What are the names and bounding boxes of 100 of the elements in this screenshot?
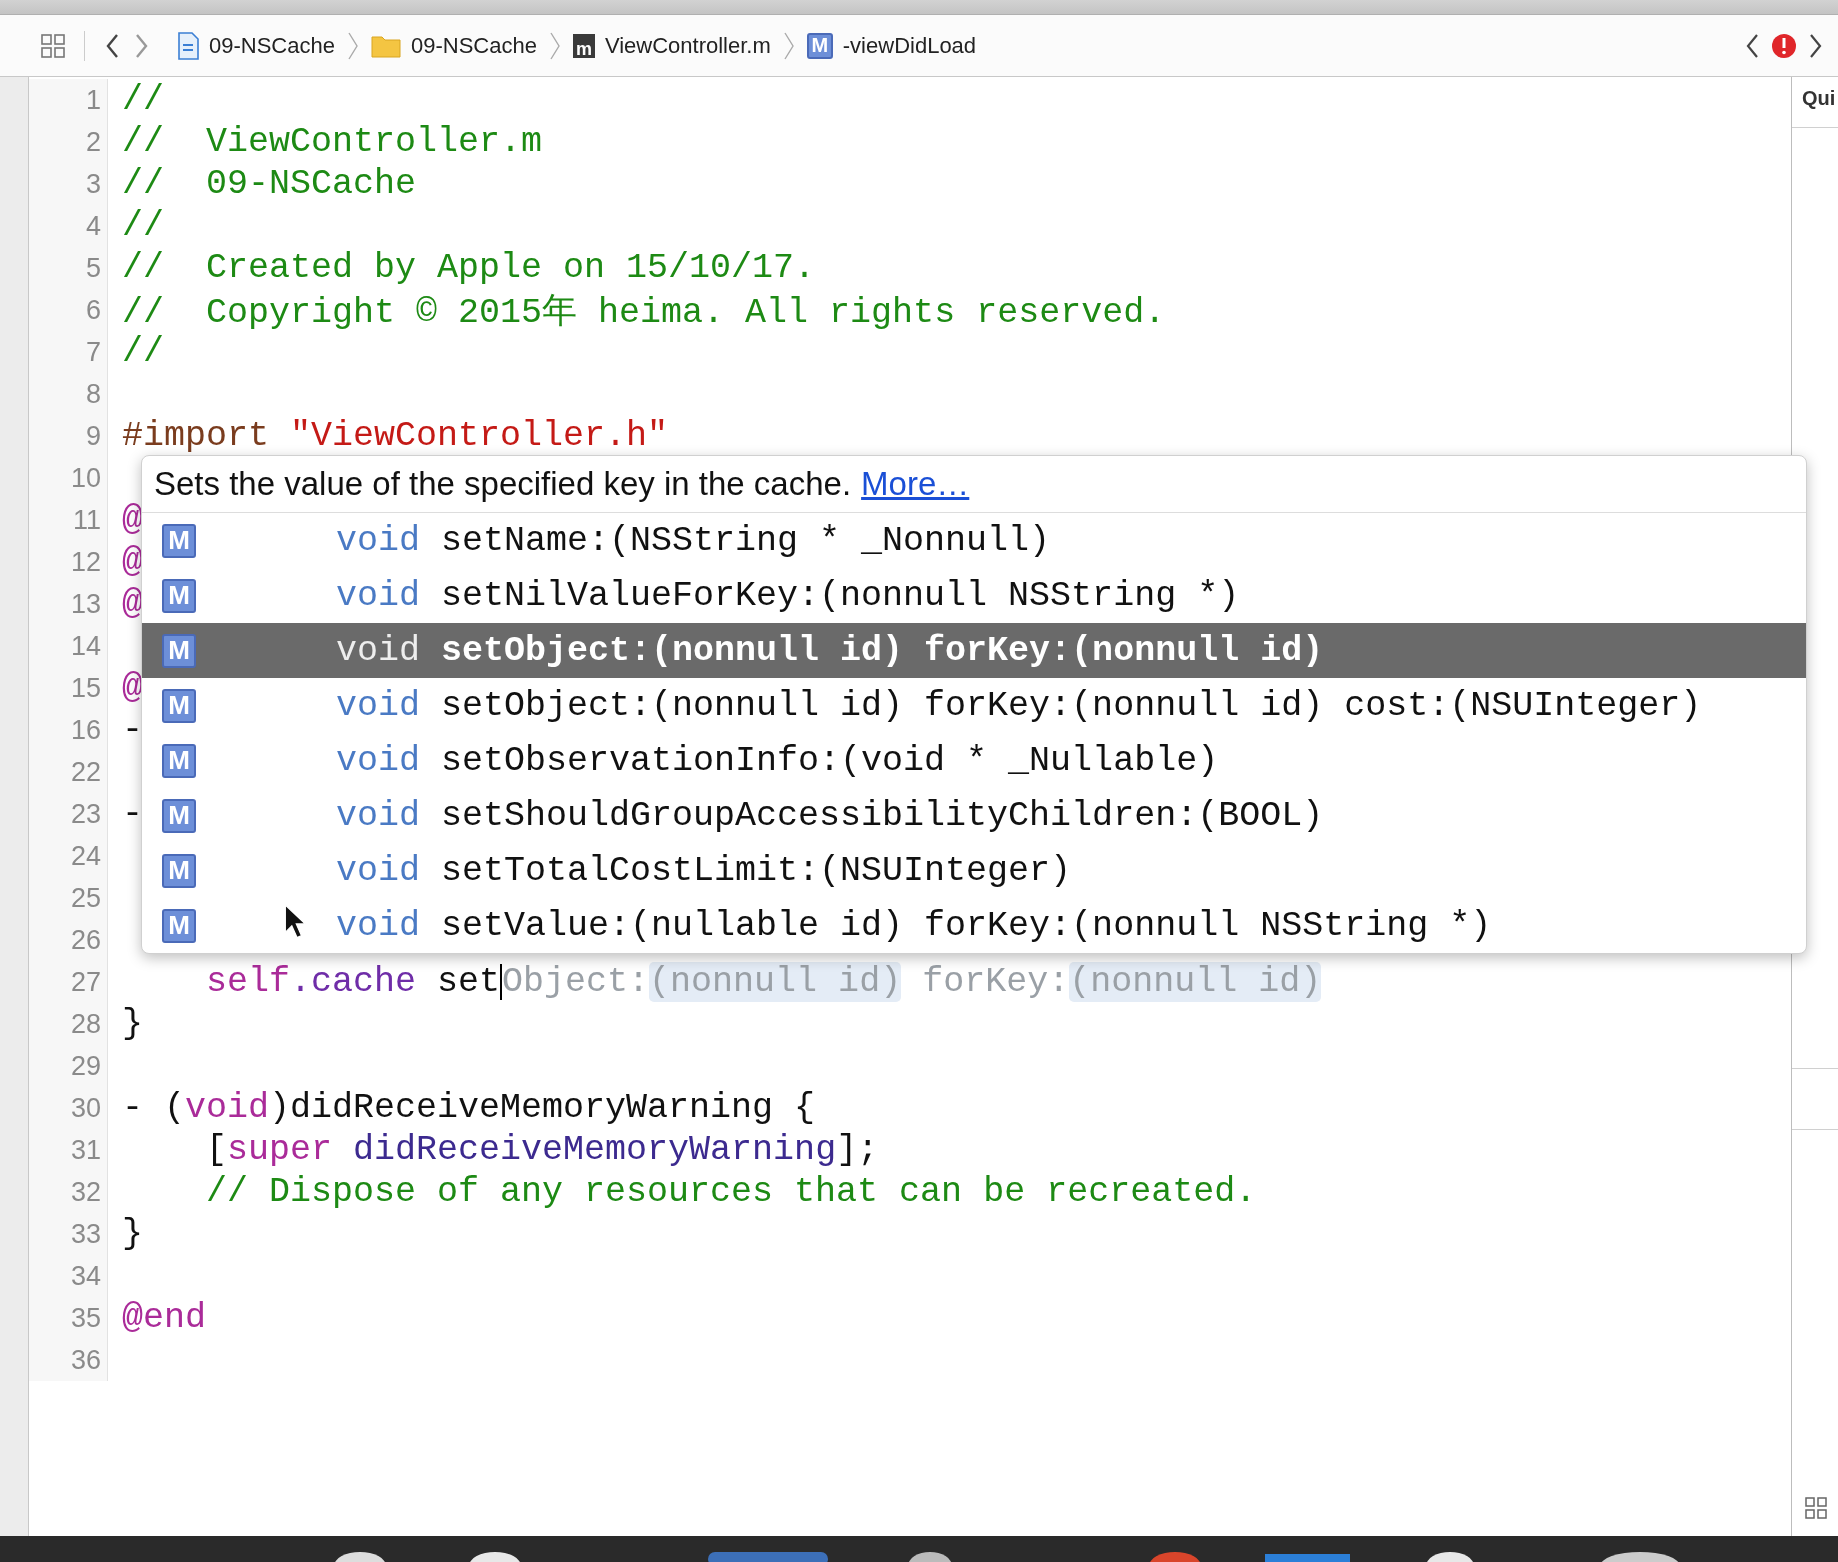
line-number: 36 (29, 1339, 108, 1381)
code-text: } (122, 1004, 143, 1044)
method-signature: setObject:(nonnull id) forKey:(nonnull id) (441, 630, 1324, 671)
code-comment: // (122, 206, 164, 246)
code-comment: // Created by Apple on 15/10/17. (122, 248, 816, 288)
placeholder-token: (nonnull id) (649, 962, 902, 1002)
code-comment: // (122, 80, 164, 120)
completion-item[interactable]: M void setShouldGroupAccessibilityChildren:(BOOL) (142, 788, 1806, 843)
breadcrumb-item[interactable]: m ViewController.m (568, 32, 775, 59)
line-number: 26 (29, 919, 108, 961)
line-number: 14 (29, 625, 108, 667)
code-property: .cache (290, 962, 417, 1002)
method-signature: setNilValueForKey:(nonnull NSString *) (441, 575, 1240, 616)
method-badge: M (162, 633, 196, 668)
code-comment: // 09-NSCache (122, 164, 417, 204)
breadcrumb-item[interactable]: 09-NSCache (173, 31, 339, 60)
method-signature: setName:(NSString * _Nonnull) (441, 520, 1051, 561)
method-badge: M (806, 32, 833, 59)
line-number: 10 (29, 457, 108, 499)
code-text: } (122, 1214, 143, 1254)
method-badge: M (162, 688, 196, 723)
line-number: 7 (29, 331, 108, 373)
code-text: - ( (122, 1088, 185, 1128)
method-signature: setTotalCostLimit:(NSUInteger) (441, 850, 1072, 891)
method-badge: M (162, 523, 196, 558)
line-number: 22 (29, 751, 108, 793)
project-file-icon (177, 31, 199, 60)
return-type: void (336, 850, 420, 891)
line-number: 4 (29, 205, 108, 247)
method-signature: setObservationInfo:(void * _Nullable) (441, 740, 1219, 781)
code-comment: // ViewController.m (122, 122, 543, 162)
line-number: 16 (29, 709, 108, 751)
breadcrumb-item[interactable]: 09-NSCache (366, 32, 541, 59)
line-number: 24 (29, 835, 108, 877)
code-keyword: super (227, 1130, 333, 1170)
placeholder-text: Object: (502, 962, 650, 1002)
line-number: 31 (29, 1129, 108, 1171)
grid-icon[interactable] (1804, 1496, 1828, 1520)
breadcrumb-separator-icon (548, 30, 561, 61)
code-comment: // Dispose of any resources that can be recreated. (206, 1172, 1257, 1212)
completion-item[interactable]: M void setValue:(nullable id) forKey:(nonnull NSString *) (142, 898, 1806, 953)
breadcrumb-separator-icon (346, 30, 359, 61)
breadcrumb-separator-icon (782, 30, 795, 61)
line-number: 11 (29, 499, 108, 541)
completion-item[interactable]: M void setObject:(nonnull id) forKey:(nonnull id) (142, 623, 1806, 678)
line-number: 2 (29, 121, 108, 163)
code-text: - (122, 710, 143, 750)
line-number: 6 (29, 289, 108, 331)
code-comment: // (122, 332, 164, 372)
line-number: 15 (29, 667, 108, 709)
code-text: set (436, 962, 501, 1002)
error-icon[interactable] (1770, 31, 1798, 60)
line-number: 33 (29, 1213, 108, 1255)
completion-item[interactable]: M void setObservationInfo:(void * _Nullable) (142, 733, 1806, 788)
inspector-section (1792, 1068, 1838, 1130)
code-string: "ViewController.h" (290, 416, 669, 456)
return-type: void (336, 520, 420, 561)
line-number: 23 (29, 793, 108, 835)
line-number: 8 (29, 373, 108, 415)
line-number: 25 (29, 877, 108, 919)
line-number: 5 (29, 247, 108, 289)
line-number: 35 (29, 1297, 108, 1339)
return-type: void (336, 685, 420, 726)
line-number: 9 (29, 415, 108, 457)
line-number: 27 (29, 961, 108, 1003)
code-text: - (122, 794, 143, 834)
method-badge: M (162, 578, 196, 613)
completion-item[interactable]: M void setName:(NSString * _Nonnull) (142, 513, 1806, 568)
return-type: void (336, 905, 420, 946)
grid-icon[interactable] (40, 32, 66, 59)
code-text: )didReceiveMemoryWarning { (269, 1088, 816, 1128)
code-text: ]; (836, 1130, 879, 1170)
method-signature: setObject:(nonnull id) forKey:(nonnull id) cost:(NSUInteger) (441, 685, 1702, 726)
method-signature: setValue:(nullable id) forKey:(nonnull NSString *) (441, 905, 1492, 946)
method-badge: M (162, 853, 196, 888)
code-keyword: void (185, 1088, 270, 1128)
return-type: void (336, 740, 420, 781)
line-number: 13 (29, 583, 108, 625)
line-number: 3 (29, 163, 108, 205)
line-number: 1 (29, 79, 108, 121)
placeholder-text: forKey: (921, 962, 1070, 1002)
completion-summary: Sets the value of the specified key in the cache. (154, 465, 852, 503)
line-number: 32 (29, 1171, 108, 1213)
method-badge: M (162, 908, 196, 943)
line-number: 30 (29, 1087, 108, 1129)
more-link[interactable]: More… (861, 465, 970, 503)
completion-item[interactable]: M void setNilValueForKey:(nonnull NSString *) (142, 568, 1806, 623)
breadcrumb-item[interactable]: M -viewDidLoad (802, 32, 981, 59)
completion-item[interactable]: M void setObject:(nonnull id) forKey:(nonnull id) cost:(NSUInteger) (142, 678, 1806, 733)
completion-item[interactable]: M void setTotalCostLimit:(NSUInteger) (142, 843, 1806, 898)
code-comment: // Copyright © 2015年 heima. All rights reserved. (122, 291, 1166, 334)
file-icon: m (572, 33, 595, 58)
line-number: 34 (29, 1255, 108, 1297)
return-type: void (336, 795, 420, 836)
code-method: didReceiveMemoryWarning (352, 1130, 837, 1170)
code-directive: #import (122, 416, 271, 456)
method-badge: M (162, 743, 196, 778)
inspector-title: Qui (1801, 86, 1837, 111)
code-keyword: self (206, 962, 290, 1002)
code-keyword: @end (122, 1298, 206, 1338)
